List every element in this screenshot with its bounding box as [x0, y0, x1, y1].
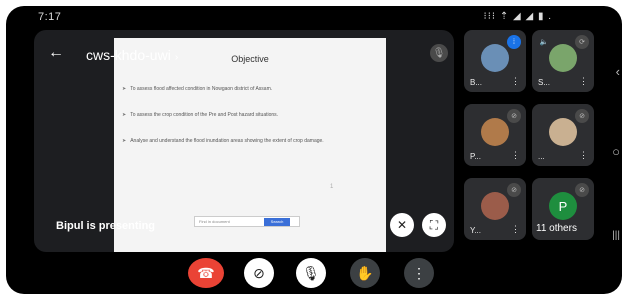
find-button[interactable]: Search	[264, 218, 290, 226]
fullscreen-icon[interactable]: ⛶	[422, 213, 446, 237]
avatar: P	[549, 192, 577, 220]
phone-hangup-icon: ☎	[197, 264, 215, 281]
status-icons: ⁝⁝⁝ ⇡ ◢ ◢ ▮ .	[483, 11, 552, 22]
nav-home-icon[interactable]: ○	[612, 144, 620, 159]
more-vert-icon[interactable]: ⋮	[511, 150, 520, 161]
slide-bullets: To assess flood affected condition in No…	[122, 86, 380, 164]
more-vert-icon[interactable]: ⋮	[511, 224, 520, 235]
volume-icon: 🔈	[539, 39, 549, 46]
participant-name: ...	[538, 152, 545, 161]
participant-tile[interactable]: 🔈 ⟳ S... ⋮	[532, 30, 594, 92]
participant-tile[interactable]: ⊘ Y... ⋮	[464, 178, 526, 240]
meeting-code-text: cws-khdo-uwi	[86, 47, 171, 63]
participant-tile[interactable]: ⊘ P... ⋮	[464, 104, 526, 166]
participant-tile[interactable]: ⊘ ... ⋮	[532, 104, 594, 166]
phone-screen: 7:17 ⁝⁝⁝ ⇡ ◢ ◢ ▮ . Objective To assess f…	[6, 6, 622, 294]
slide-bullet: To assess flood affected condition in No…	[122, 86, 380, 92]
more-vert-icon[interactable]: ⋮	[579, 150, 588, 161]
slide-bullet: To assess the crop condition of the Pre …	[122, 112, 380, 118]
others-tile[interactable]: P ⊘ 11 others	[532, 178, 594, 240]
others-count: 11 others	[536, 223, 577, 234]
avatar	[481, 44, 509, 72]
more-vert-icon[interactable]: ⋮	[579, 76, 588, 87]
mic-off-icon: 🎙	[430, 44, 448, 62]
mic-off-icon: ⊘	[507, 183, 521, 197]
end-call-button[interactable]: ☎	[188, 258, 224, 288]
arrow-left-icon[interactable]: ←	[48, 44, 64, 62]
avatar	[549, 118, 577, 146]
mic-off-icon: ⊘	[575, 183, 589, 197]
pin-icon[interactable]: ✕	[390, 213, 414, 237]
avatar	[549, 44, 577, 72]
presentation-area: Objective To assess flood affected condi…	[34, 30, 454, 252]
more-options-button[interactable]: ⋮	[404, 258, 434, 288]
mic-off-icon: ⊘	[507, 109, 521, 123]
mic-off-icon: ⊘	[575, 109, 589, 123]
mic-off-icon: 🎙	[302, 264, 320, 281]
avatar	[481, 192, 509, 220]
camera-toggle-button[interactable]: ⊘	[244, 258, 274, 288]
camera-switch-icon[interactable]: ⟳	[575, 35, 589, 49]
slide-bullet: Analyse and understand the flood inundat…	[122, 138, 380, 144]
participant-tile[interactable]: ⁞ B... ⋮	[464, 30, 526, 92]
participant-name: Y...	[470, 226, 481, 235]
status-time: 7:17	[38, 11, 62, 23]
more-vert-icon: ⋮	[412, 264, 426, 281]
raise-hand-button[interactable]: ✋	[350, 258, 380, 288]
participant-name: B...	[470, 78, 483, 87]
nav-recent-icon[interactable]: |||	[612, 230, 620, 241]
participant-name: S...	[538, 78, 551, 87]
nav-back-icon[interactable]: ‹	[616, 64, 620, 79]
meeting-code[interactable]: cws-khdo-uwi ›	[86, 47, 178, 63]
status-bar: 7:17 ⁝⁝⁝ ⇡ ◢ ◢ ▮ .	[6, 6, 622, 28]
camera-off-icon: ⊘	[253, 264, 265, 281]
more-vert-icon[interactable]: ⋮	[511, 76, 520, 87]
presenter-label: Bipul is presenting	[56, 220, 156, 232]
chevron-right-icon: ›	[174, 52, 179, 63]
mic-toggle-button[interactable]: 🎙	[296, 258, 326, 288]
speaking-icon: ⁞	[507, 35, 521, 49]
avatar	[481, 118, 509, 146]
hand-icon: ✋	[356, 264, 374, 281]
slide-marker: 1	[330, 184, 334, 190]
participant-name: P...	[470, 152, 481, 161]
